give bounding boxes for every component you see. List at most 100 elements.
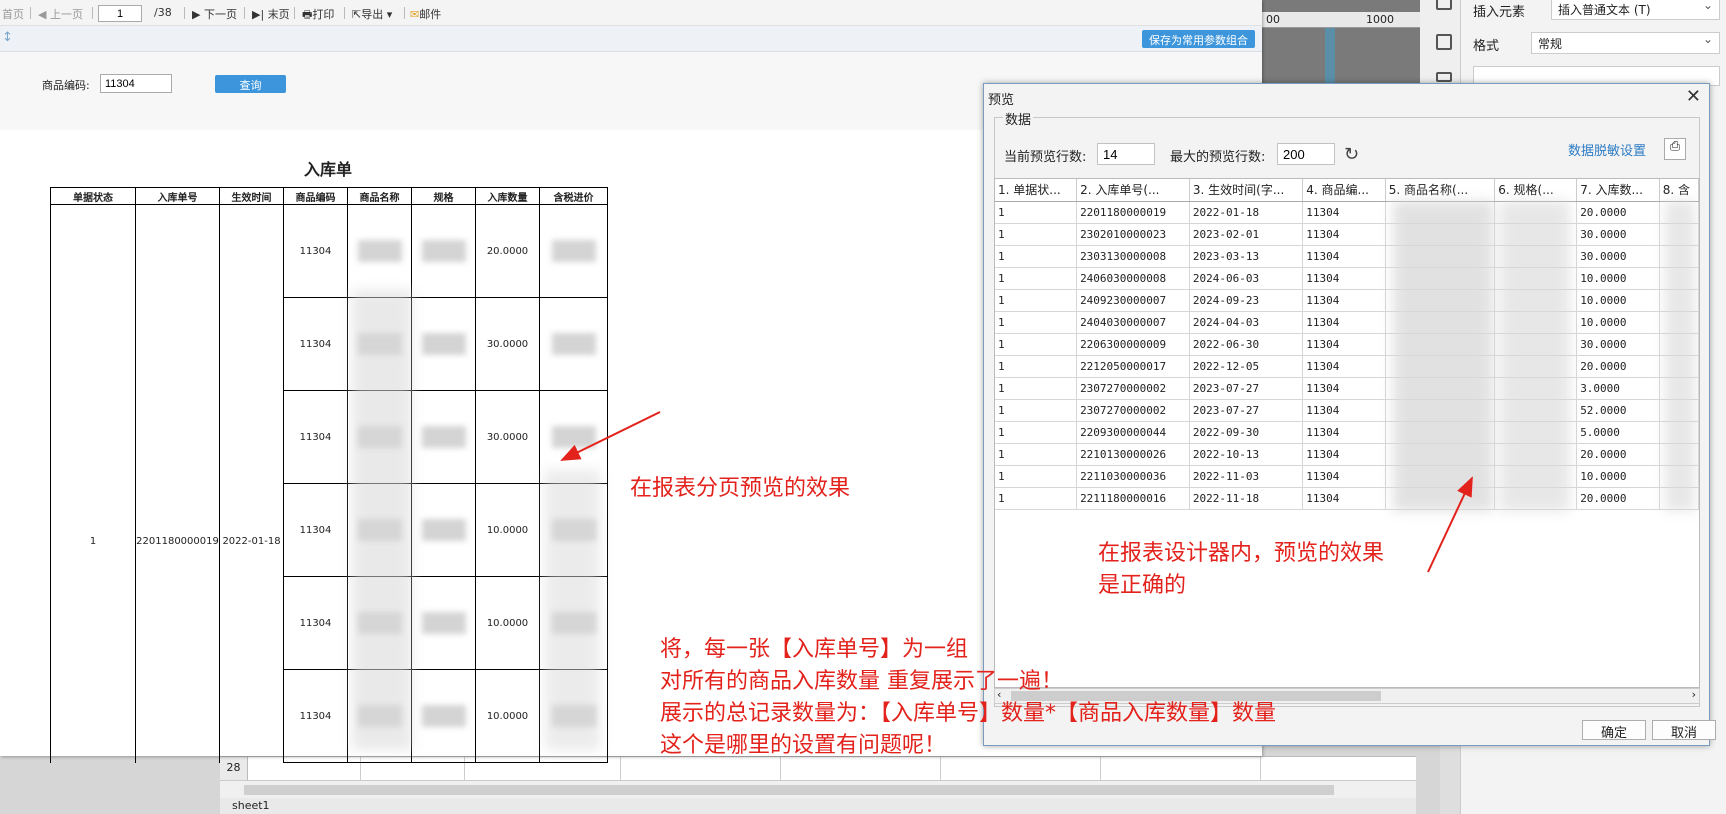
dropdown-icon[interactable] [1436,72,1452,82]
grid-cell: 10.0000 [1576,289,1660,312]
qty-cell: 10.0000 [475,483,540,577]
export-preview-icon[interactable]: ⎙ [1664,138,1686,160]
grid-column-header[interactable]: 5. 商品名称(... [1385,179,1496,202]
grid-cell: 11304 [1302,333,1386,356]
header-cell: 入库单号 [135,187,220,205]
ruler-label: 00 [1266,13,1280,26]
grid-cell: 2022-11-03 [1189,465,1304,488]
dialog-title: 预览 [988,93,1015,108]
code-cell: 11304 [283,576,348,670]
max-rows-input[interactable] [1277,143,1335,165]
next-page-button[interactable]: ▶ 下一页 [192,6,237,22]
grid-cell: 2023-07-27 [1189,377,1304,400]
grid-row[interactable]: 1 2406030000008 2024-06-03 11304 10.0000 [995,267,1699,290]
grid-cell: 2404030000007 [1076,311,1190,334]
grid-cell: 20.0000 [1576,443,1660,466]
frame-icon[interactable] [1436,34,1452,50]
grid-column-header[interactable]: 8. 含 [1659,179,1699,202]
sheet-tab[interactable]: sheet1 [232,799,270,812]
cancel-button[interactable]: 取消 [1652,720,1716,741]
format-row: 格式 常规 [1473,32,1720,54]
page-number-input[interactable] [98,5,142,22]
last-page-button[interactable]: ▶| 末页 [252,6,290,22]
grid-row[interactable]: 1 2409230000007 2024-09-23 11304 10.0000 [995,289,1699,312]
ok-button[interactable]: 确定 [1582,720,1646,741]
grid-column [1260,757,1261,781]
toolbar-separator [244,7,245,19]
grid-cell: 2209300000044 [1076,421,1190,444]
save-parameter-combo-button[interactable]: 保存为常用参数组合 [1142,30,1255,48]
grid-row[interactable]: 1 2206300000009 2022-06-30 11304 30.0000 [995,333,1699,356]
code-cell: 11304 [283,390,348,484]
grid-cell: 1 [995,355,1078,378]
grid-cell: 11304 [1302,377,1386,400]
grid-row[interactable]: 1 2209300000044 2022-09-30 11304 5.0000 [995,421,1699,444]
grid-row[interactable]: 1 2307270000002 2023-07-27 11304 3.0000 [995,377,1699,400]
format-select[interactable]: 常规 [1531,32,1720,54]
data-masking-link[interactable]: 数据脱敏设置 [1568,140,1646,159]
toolbar-separator [184,7,185,19]
grid-row[interactable]: 1 2302010000023 2023-02-01 11304 30.0000 [995,223,1699,246]
report-toolbar: 首页 ◀ 上一页 /38 ▶ 下一页 ▶| 末页 🖶打印 ⇱导出 ▾ ✉邮件 [0,0,1262,26]
grid-cell: 2211180000016 [1076,487,1190,510]
refresh-icon[interactable]: ↻ [1344,144,1359,165]
first-page-button[interactable]: 首页 [2,6,24,22]
grid-column-header[interactable]: 2. 入库单号(... [1076,179,1190,202]
grid-row[interactable]: 1 2307270000002 2023-07-27 11304 52.0000 [995,399,1699,422]
grid-cell: 11304 [1302,245,1386,268]
mail-button[interactable]: ✉邮件 [410,6,441,22]
toolbar-separator [294,7,295,19]
header-cell: 含税进价 [539,187,608,205]
qty-cell: 20.0000 [475,204,540,298]
grid-cell: 11304 [1302,289,1386,312]
redacted-block [551,240,596,262]
current-rows-input[interactable] [1097,143,1155,165]
scroll-right-icon[interactable]: › [1692,688,1696,701]
grid-column-header[interactable]: 3. 生效时间(字... [1189,179,1304,202]
qty-cell: 30.0000 [475,297,540,391]
prev-page-button[interactable]: ◀ 上一页 [38,6,83,22]
spec-cell [411,483,476,577]
grid-column-header[interactable]: 7. 入库数... [1576,179,1660,202]
header-cell: 规格 [411,187,476,205]
grid-row[interactable]: 1 2211030000036 2022-11-03 11304 10.0000 [995,465,1699,488]
grid-column-header[interactable]: 6. 规格(... [1494,179,1578,202]
grid-cell: 11304 [1302,465,1386,488]
grid-row[interactable]: 1 2211180000016 2022-11-18 11304 20.0000 [995,487,1699,510]
grid-cell: 10.0000 [1576,465,1660,488]
grid-column [620,757,621,781]
insert-element-select[interactable]: 插入普通文本 (T) [1551,0,1720,20]
sheet-hscroll[interactable] [220,780,1416,798]
grid-row[interactable]: 1 2303130000008 2023-03-13 11304 30.0000 [995,245,1699,268]
grid-column-header[interactable]: 1. 单据状... [995,179,1078,202]
product-code-input[interactable] [100,74,172,93]
grid-cell: 2022-12-05 [1189,355,1304,378]
grid-row[interactable]: 1 2210130000026 2022-10-13 11304 20.0000 [995,443,1699,466]
grid-row[interactable]: 1 2201180000019 2022-01-18 11304 20.0000 [995,201,1699,224]
grid-cell: 2307270000002 [1076,399,1190,422]
insert-element-row: 插入元素 插入普通文本 (T) [1473,0,1720,20]
header-cell: 生效时间 [219,187,284,205]
export-button[interactable]: ⇱导出 ▾ [352,6,392,22]
scroll-thumb[interactable] [244,785,1334,795]
spec-cell [411,390,476,484]
grid-cell: 2022-01-18 [1189,201,1304,224]
close-icon[interactable]: ✕ [1686,86,1701,107]
grid-cell: 2302010000023 [1076,223,1190,246]
grid-row[interactable]: 1 2404030000007 2024-04-03 11304 10.0000 [995,311,1699,334]
query-button[interactable]: 查询 [215,75,286,93]
grid-column-header[interactable]: 4. 商品编... [1302,179,1386,202]
code-cell: 11304 [283,669,348,763]
grid-cell: 1 [995,399,1078,422]
print-button[interactable]: 🖶打印 [302,6,334,25]
toolbar-separator [30,7,31,19]
toolbar-separator [92,7,93,19]
mail-icon: ✉ [410,8,420,21]
annotation-note-line3: 展示的总记录数量为：【入库单号】数量*【商品入库数量】数量 [660,701,1277,726]
collapse-icon[interactable]: ↕ [2,30,13,45]
grid-column [1100,757,1101,781]
grid-row[interactable]: 1 2212050000017 2022-12-05 11304 20.0000 [995,355,1699,378]
insert-icon[interactable] [1436,0,1452,10]
grid-cell: 2211030000036 [1076,465,1190,488]
date-cell: 2022-01-18 [219,204,284,763]
